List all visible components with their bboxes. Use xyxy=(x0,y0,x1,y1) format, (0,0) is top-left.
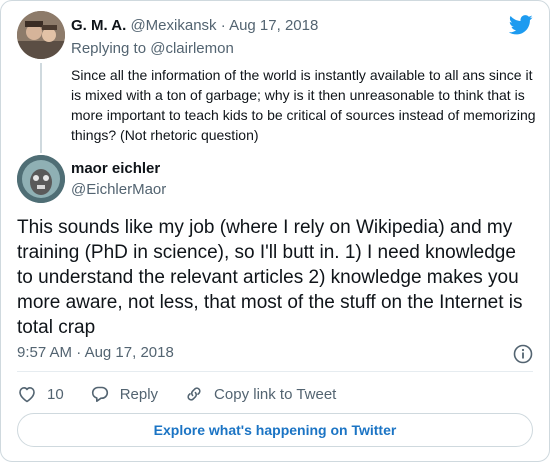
link-icon xyxy=(187,387,201,401)
info-icon[interactable] xyxy=(513,344,533,364)
reply-button[interactable]: Reply xyxy=(90,384,158,404)
parent-author-avatar[interactable] xyxy=(17,11,65,59)
main-author-avatar[interactable] xyxy=(17,155,65,203)
parent-tweet-header: G. M. A. @Mexikansk · Aug 17, 2018 xyxy=(71,17,318,34)
like-count: 10 xyxy=(47,385,64,403)
parent-author-handle[interactable]: @Mexikansk xyxy=(130,17,216,34)
heart-icon xyxy=(19,387,35,403)
parent-tweet-text: Since all the information of the world i… xyxy=(71,67,536,143)
parent-tweet-date[interactable]: Aug 17, 2018 xyxy=(229,17,318,34)
twitter-bird-icon[interactable] xyxy=(509,15,533,35)
copy-link-label: Copy link to Tweet xyxy=(214,385,337,403)
timestamp-separator: · xyxy=(76,344,82,361)
tweet-time: 9:57 AM xyxy=(17,344,73,361)
reply-label: Reply xyxy=(119,385,159,403)
replying-to-mention[interactable]: @clairlemon xyxy=(150,40,234,57)
parent-tweet[interactable]: G. M. A. @Mexikansk · Aug 17, 2018 Reply… xyxy=(17,11,536,153)
tweet-actions-bar: 10 Reply Copy link to Tweet xyxy=(17,383,362,405)
replying-to-prefix: Replying to xyxy=(71,40,147,57)
reply-icon xyxy=(91,386,108,402)
replying-to-line: Replying to @clairlemon xyxy=(71,40,234,57)
tweet-date: Aug 17, 2018 xyxy=(84,344,174,361)
tweet-timestamp[interactable]: 9:57 AM · Aug 17, 2018 xyxy=(17,344,174,361)
embedded-tweet-card: G. M. A. @Mexikansk · Aug 17, 2018 Reply… xyxy=(0,0,550,462)
main-tweet-text: This sounds like my job (where I rely on… xyxy=(17,217,523,338)
header-separator: · xyxy=(220,17,226,34)
like-button[interactable]: 10 xyxy=(17,384,64,404)
parent-author-name[interactable]: G. M. A. xyxy=(71,17,126,34)
main-author-name[interactable]: maor eichler xyxy=(71,160,160,177)
actions-divider xyxy=(17,371,533,372)
thread-connector-line xyxy=(40,63,42,153)
explore-twitter-button[interactable]: Explore what's happening on Twitter xyxy=(17,413,533,447)
main-author-handle[interactable]: @EichlerMaor xyxy=(71,181,166,198)
copy-link-button[interactable]: Copy link to Tweet xyxy=(184,384,336,404)
